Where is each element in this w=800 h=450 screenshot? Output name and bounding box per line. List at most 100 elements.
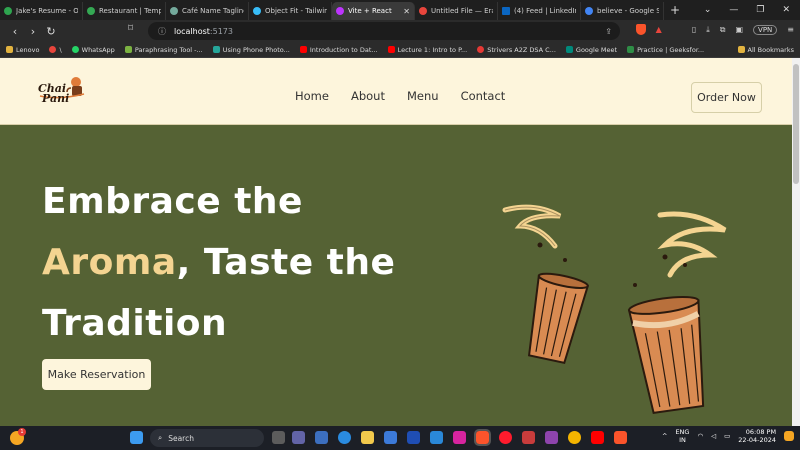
brave-taskbar-icon[interactable] [474, 429, 491, 446]
chrome-icon[interactable] [568, 431, 581, 444]
wallet-icon[interactable]: ▣ [735, 25, 743, 34]
extensions-icon[interactable]: ⧉ [720, 25, 726, 35]
close-tab-icon[interactable]: ✕ [403, 7, 410, 16]
bookmark-item[interactable]: Paraphrasing Tool -... [124, 46, 203, 54]
page-scrollbar[interactable] [792, 58, 800, 426]
app-red-icon[interactable] [522, 431, 535, 444]
scrollbar-thumb[interactable] [793, 64, 799, 184]
clipchamp-icon[interactable] [545, 431, 558, 444]
brave-second-icon[interactable] [614, 431, 627, 444]
minimize-icon[interactable]: — [729, 5, 738, 15]
nav-menu[interactable]: Menu [407, 89, 439, 103]
tab-1[interactable]: Restaurant | Template [83, 2, 166, 20]
bookmark-favicon-icon [477, 46, 485, 53]
browser-window: Jake's Resume - Onli Restaurant | Templa… [0, 0, 800, 450]
bookmark-item[interactable]: WhatsApp [71, 46, 115, 54]
make-reservation-button[interactable]: Make Reservation [42, 359, 151, 390]
url-host: localhost [174, 26, 210, 36]
youtube-taskbar-icon[interactable] [591, 431, 604, 444]
linkedin-favicon-icon [502, 7, 510, 15]
restore-icon[interactable]: ❐ [756, 5, 764, 15]
vpn-button[interactable]: VPN [753, 24, 778, 35]
tab-favicon-icon [419, 7, 427, 15]
youtube-icon [299, 46, 307, 53]
bookmark-item[interactable]: Google Meet [565, 46, 617, 54]
vscode-icon[interactable] [430, 431, 443, 444]
nav-contact[interactable]: Contact [461, 89, 506, 103]
nav-home[interactable]: Home [295, 89, 329, 103]
bookmark-item[interactable]: Strivers A2Z DSA C... [477, 46, 556, 54]
all-bookmarks[interactable]: All Bookmarks [737, 46, 794, 54]
search-icon: ⌕ [158, 433, 163, 442]
mail-icon[interactable] [315, 431, 328, 444]
bookmark-item[interactable]: \ [49, 46, 62, 54]
wifi-icon[interactable]: ◠ [697, 432, 703, 440]
tray-overflow-icon[interactable]: ^ [662, 432, 667, 440]
tab-7[interactable]: believe - Google Sea [581, 2, 664, 20]
bookmark-star-icon[interactable]: ⌑ [128, 23, 133, 34]
logo-text-pani: Pani [42, 92, 70, 105]
windows-start-icon[interactable] [130, 431, 143, 444]
bookmark-item[interactable]: Practice | Geeksfor... [627, 46, 704, 54]
close-window-icon[interactable]: ✕ [782, 5, 790, 15]
tab-favicon-icon [170, 7, 178, 15]
clock[interactable]: 06:08 PM 22-04-2024 [738, 428, 776, 444]
new-tab-button[interactable]: + [670, 3, 680, 17]
order-now-button[interactable]: Order Now [691, 82, 762, 113]
back-icon[interactable]: ‹ [6, 25, 24, 38]
google-favicon-icon [585, 7, 593, 15]
file-explorer-icon[interactable] [361, 431, 374, 444]
bookmark-favicon-icon [124, 46, 132, 53]
bookmarks-bar: Lenovo \ WhatsApp Paraphrasing Tool -...… [0, 42, 800, 58]
bookmark-item[interactable]: Using Phone Photo... [212, 46, 290, 54]
teams-icon[interactable] [292, 431, 305, 444]
photos-icon[interactable] [384, 431, 397, 444]
site-info-icon[interactable]: ⓘ [158, 26, 166, 37]
tab-3[interactable]: Object Fit - Tailwind [249, 2, 332, 20]
taskbar-search[interactable]: ⌕ Search [150, 429, 264, 447]
steam-icon [657, 211, 727, 278]
tab-0[interactable]: Jake's Resume - Onli [0, 2, 83, 20]
instagram-icon[interactable] [453, 431, 466, 444]
toolbar-actions: ▲ ▯ ⤓ ⧉ ▣ VPN ≡ [635, 24, 794, 35]
opera-icon[interactable] [499, 431, 512, 444]
hero-section: Embrace the Aroma, Taste the Tradition M… [0, 125, 792, 426]
brave-rewards-icon[interactable]: ▲ [656, 25, 662, 34]
task-view-icon[interactable] [272, 431, 285, 444]
forward-icon[interactable]: › [24, 25, 42, 38]
brave-shield-icon[interactable] [635, 24, 646, 35]
app-l-icon[interactable] [407, 431, 420, 444]
sidebar-icon[interactable]: ▯ [692, 25, 696, 34]
tab-5[interactable]: Untitled File — Erase [415, 2, 498, 20]
bookmark-item[interactable]: Introduction to Dat... [299, 46, 378, 54]
vite-favicon-icon [336, 7, 344, 15]
tab-4-active[interactable]: Vite + React ✕ [332, 2, 415, 20]
window-controls: ⌄ — ❐ ✕ [704, 5, 800, 15]
battery-icon[interactable]: ▭ [724, 432, 730, 440]
notification-center-icon[interactable] [784, 431, 795, 441]
web-page: Chai Pani Home About Menu Contact Order … [0, 58, 792, 426]
tab-6[interactable]: (4) Feed | LinkedIn [498, 2, 581, 20]
browser-toolbar: ‹ › ↻ ⌑ ⓘ localhost:5173 ⇪ ▲ ▯ ⤓ ⧉ ▣ VPN… [0, 20, 800, 42]
edge-icon[interactable] [338, 431, 351, 444]
chai-pani-logo[interactable]: Chai Pani [38, 74, 88, 110]
bookmark-item[interactable]: Lecture 1: Intro to P... [387, 46, 467, 54]
share-icon[interactable]: ⇪ [605, 27, 612, 36]
volume-icon[interactable]: ◁ [711, 432, 716, 440]
whatsapp-icon [71, 46, 79, 53]
notification-badge: 1 [18, 428, 26, 436]
bookmark-item[interactable]: Lenovo [6, 46, 39, 54]
chai-glass-left [527, 272, 590, 365]
tab-2[interactable]: Café Name Tagline: C [166, 2, 249, 20]
main-nav: Home About Menu Contact [295, 89, 505, 103]
menu-icon[interactable]: ≡ [787, 25, 794, 34]
tab-search-icon[interactable]: ⌄ [704, 5, 712, 15]
language-indicator[interactable]: ENG IN [675, 428, 689, 444]
reload-icon[interactable]: ↻ [42, 25, 60, 38]
windows-taskbar: 1 ⌕ Search ^ ENG IN ◠ ◁ ▭ 06:08 PM 22-04-20… [0, 426, 800, 450]
nav-about[interactable]: About [351, 89, 385, 103]
gfg-icon [627, 46, 635, 53]
address-bar[interactable]: ⓘ localhost:5173 ⇪ [148, 22, 620, 40]
downloads-icon[interactable]: ⤓ [706, 25, 710, 35]
folder-icon [6, 46, 13, 53]
